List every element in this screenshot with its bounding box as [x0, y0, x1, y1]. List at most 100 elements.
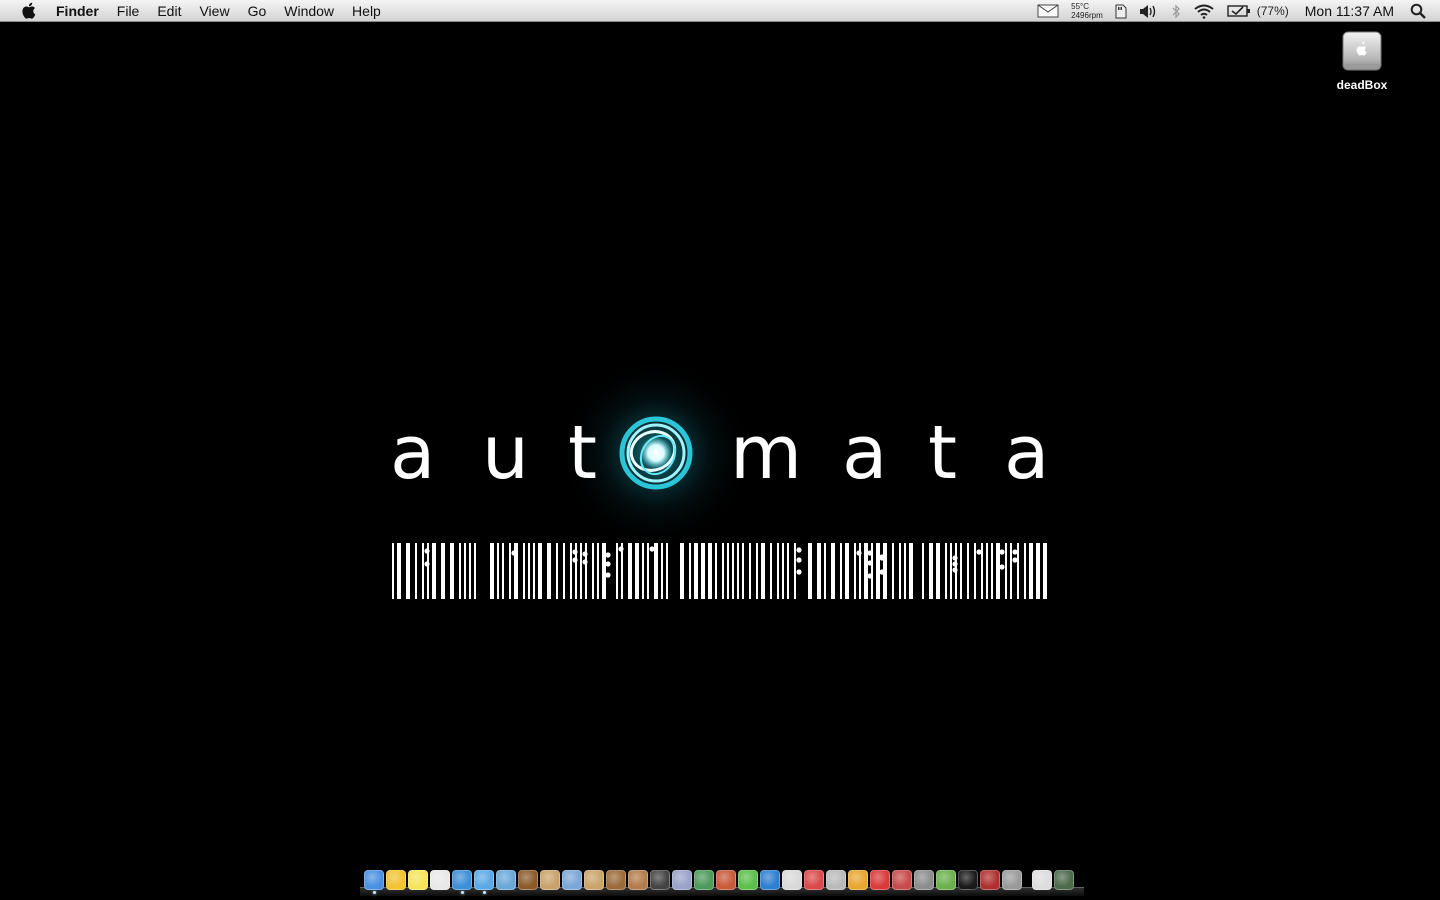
barcode-bar	[1005, 543, 1007, 599]
fan-speed-readout: 2496rpm	[1071, 11, 1103, 20]
spotlight-search-icon[interactable]	[1404, 0, 1440, 22]
barcode-bar	[597, 543, 599, 599]
menu-bar: Finder File Edit View Go Window Help 55°…	[0, 0, 1440, 22]
terminal-icon[interactable]	[958, 870, 978, 890]
temperature-readout: 55°C	[1071, 2, 1090, 11]
barcode-bar	[808, 543, 812, 599]
folder-icon[interactable]	[584, 870, 604, 890]
trash-icon[interactable]	[1054, 870, 1074, 890]
mail-icon[interactable]	[1031, 0, 1065, 22]
barcode-bar	[909, 543, 913, 599]
menu-edit[interactable]: Edit	[148, 0, 190, 22]
acorn-icon[interactable]	[606, 870, 626, 890]
barcode-bar	[661, 543, 663, 599]
desktop-icon-deadbox[interactable]: deadBox	[1322, 30, 1402, 92]
barcode-bar	[450, 543, 454, 599]
menu-go[interactable]: Go	[239, 0, 276, 22]
battery-icon[interactable]	[1221, 0, 1257, 22]
quicktime-icon[interactable]	[760, 870, 780, 890]
utility-icon[interactable]	[518, 870, 538, 890]
barcode-bar	[950, 543, 952, 599]
poker-icon[interactable]	[870, 870, 890, 890]
glasses-icon[interactable]	[848, 870, 868, 890]
barcode-bar	[602, 543, 606, 599]
barcode-bar	[432, 543, 436, 599]
photobooth-icon[interactable]	[826, 870, 846, 890]
finder-icon[interactable]	[364, 870, 384, 890]
paint-icon[interactable]	[716, 870, 736, 890]
wordmark-letter: a	[842, 410, 888, 496]
h-icon[interactable]	[738, 870, 758, 890]
menu-view[interactable]: View	[190, 0, 238, 22]
menu-window[interactable]: Window	[275, 0, 343, 22]
wifi-icon[interactable]	[1187, 0, 1221, 22]
stickies-icon[interactable]	[408, 870, 428, 890]
skitch-icon[interactable]	[804, 870, 824, 890]
itunes-icon[interactable]	[496, 870, 516, 890]
menu-help[interactable]: Help	[343, 0, 390, 22]
hard-drive-icon	[1342, 30, 1382, 74]
menu-clock[interactable]: Mon 11:37 AM	[1297, 3, 1404, 19]
preview-icon[interactable]	[562, 870, 582, 890]
imovie-icon[interactable]	[650, 870, 670, 890]
barcode-bar	[628, 543, 632, 599]
system-prefs-icon[interactable]	[1002, 870, 1022, 890]
barcode-bar	[621, 543, 623, 599]
barcode-bar	[955, 543, 957, 599]
ichat-icon[interactable]	[474, 870, 494, 890]
barcode-dot	[605, 561, 611, 567]
barcode-bar	[1010, 543, 1012, 599]
barcode-dot	[605, 552, 611, 558]
safari-icon[interactable]	[452, 870, 472, 890]
tool-icon[interactable]	[892, 870, 912, 890]
barcode-bar	[986, 543, 988, 599]
barcode-bar	[616, 543, 618, 599]
barcode-bar	[945, 543, 947, 599]
record-icon[interactable]	[980, 870, 1000, 890]
barcode-dot	[1012, 549, 1018, 555]
barcode-dot	[999, 564, 1005, 570]
photo-icon[interactable]	[628, 870, 648, 890]
adium-icon[interactable]	[386, 870, 406, 890]
barcode-bar	[864, 543, 868, 599]
barcode-bar	[580, 543, 582, 599]
barcode-bar	[592, 543, 594, 599]
menu-app-name[interactable]: Finder	[50, 0, 108, 22]
barcode-bar	[1029, 543, 1033, 599]
sd-card-icon[interactable]	[1109, 0, 1133, 22]
barcode-bar	[974, 543, 976, 599]
pen-icon[interactable]	[672, 870, 692, 890]
basket-icon[interactable]	[540, 870, 560, 890]
barcode-bar	[538, 543, 542, 599]
barcode-bar	[715, 543, 717, 599]
barcode-bar	[502, 543, 504, 599]
barcode-bar	[654, 543, 658, 599]
ical-icon[interactable]	[430, 870, 450, 890]
barcode-bar	[756, 543, 758, 599]
barcode-bar	[1024, 543, 1026, 599]
barcode-bar	[749, 543, 751, 599]
barcode-bar	[570, 543, 572, 599]
downloads-icon[interactable]	[1032, 870, 1052, 890]
chart-icon[interactable]	[694, 870, 714, 890]
barcode-bar	[642, 543, 644, 599]
volume-icon[interactable]	[1133, 0, 1165, 22]
barcode-bar	[761, 543, 765, 599]
barcode-bar	[742, 543, 744, 599]
barcode-bar	[871, 543, 873, 599]
wordmark-letter: a	[390, 410, 436, 496]
barcode-bar	[459, 543, 461, 599]
apple-menu-icon[interactable]	[20, 2, 36, 19]
barcode-dot	[976, 549, 982, 555]
barcode-bar	[929, 543, 933, 599]
barcode-bar	[490, 543, 494, 599]
barcode-bar	[422, 543, 424, 599]
barcode-bar	[922, 543, 924, 599]
bluetooth-icon[interactable]	[1165, 0, 1187, 22]
automator-icon[interactable]	[936, 870, 956, 890]
scanner-icon[interactable]	[914, 870, 934, 890]
menu-file[interactable]: File	[108, 0, 149, 22]
temperature-fan-monitor[interactable]: 55°C 2496rpm	[1065, 2, 1109, 20]
barcode-bar	[427, 543, 429, 599]
remote-icon[interactable]	[782, 870, 802, 890]
